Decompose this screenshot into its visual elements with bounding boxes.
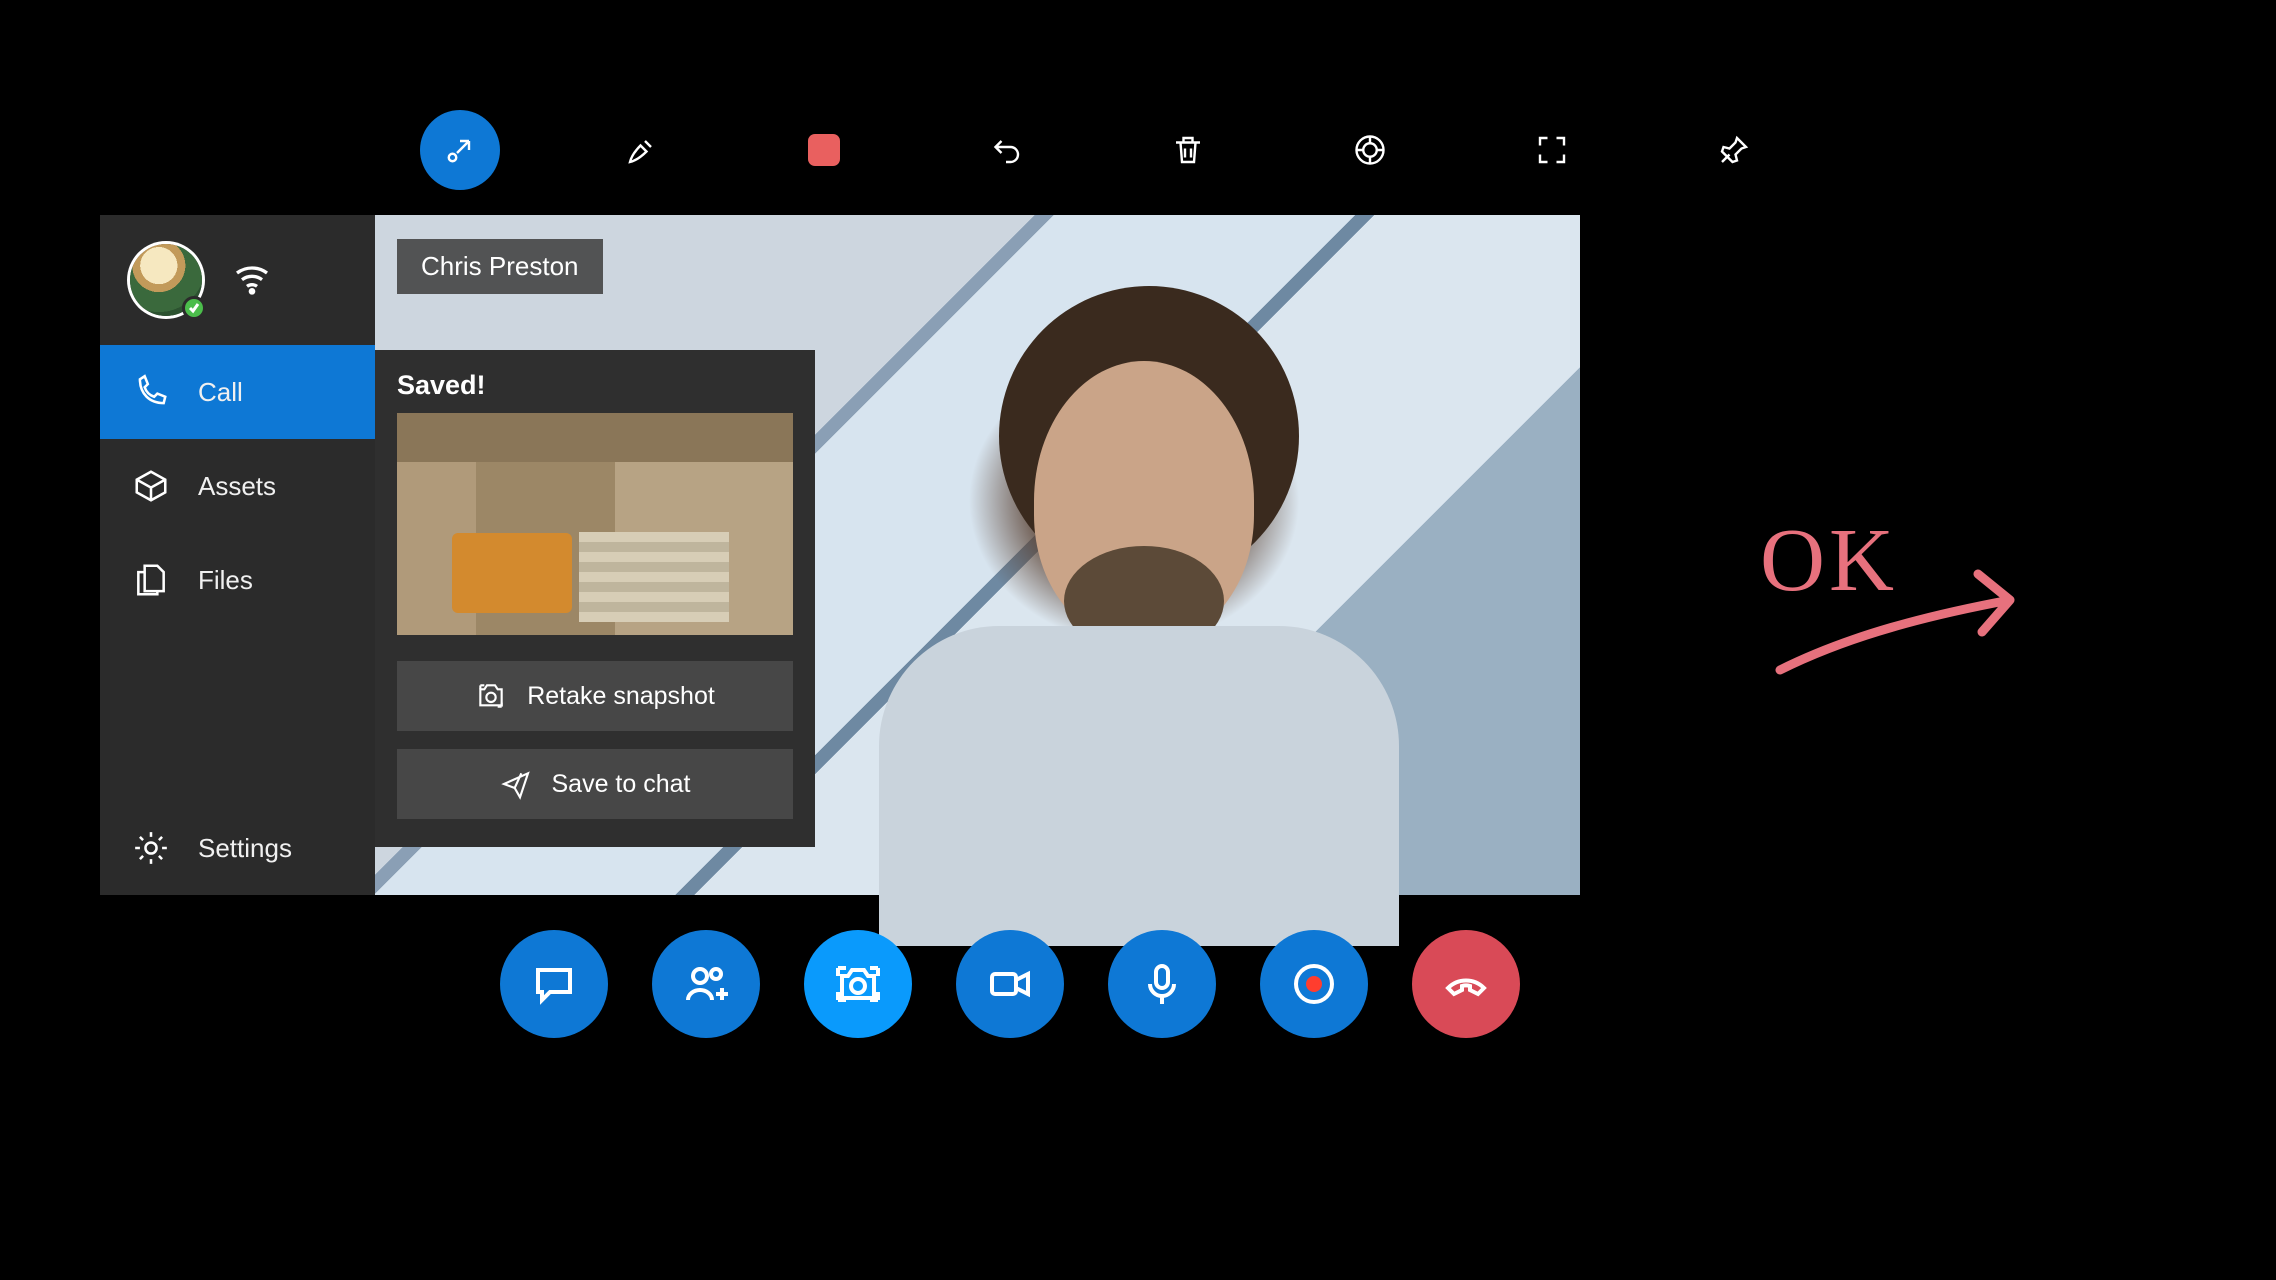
pen-button[interactable] [602, 110, 682, 190]
add-people-button[interactable] [652, 930, 760, 1038]
delete-button[interactable] [1148, 110, 1228, 190]
add-people-icon [682, 960, 730, 1008]
camera-retake-icon [475, 680, 507, 712]
snapshot-thumbnail[interactable] [397, 413, 793, 635]
wifi-icon [232, 258, 272, 303]
call-controls [500, 930, 1520, 1038]
video-button[interactable] [956, 930, 1064, 1038]
snapshot-status: Saved! [397, 370, 793, 401]
sidebar-item-label: Settings [198, 833, 292, 864]
whiteboard-toolbar [420, 110, 1774, 190]
caller-name-text: Chris Preston [421, 251, 579, 281]
expand-icon [1534, 132, 1570, 168]
collapse-button[interactable] [420, 110, 500, 190]
hangup-icon [1442, 960, 1490, 1008]
presence-badge [182, 296, 206, 320]
undo-button[interactable] [966, 110, 1046, 190]
retake-snapshot-button[interactable]: Retake snapshot [397, 661, 793, 731]
microphone-icon [1138, 960, 1186, 1008]
files-icon [132, 561, 170, 599]
camera-settings-button[interactable] [1330, 110, 1410, 190]
stop-recording-button[interactable] [784, 110, 864, 190]
trash-icon [1170, 132, 1206, 168]
phone-icon [132, 373, 170, 411]
undo-icon [988, 132, 1024, 168]
save-to-chat-label: Save to chat [552, 770, 691, 799]
call-window: Call Assets Files [100, 215, 1580, 895]
pen-icon [624, 132, 660, 168]
snapshot-popup: Saved! Retake snapshot Save to chat [375, 350, 815, 847]
sidebar-item-assets[interactable]: Assets [100, 439, 375, 533]
sidebar-item-label: Files [198, 565, 253, 596]
ink-text: OK [1760, 511, 1898, 610]
sidebar-item-settings[interactable]: Settings [100, 801, 375, 895]
chat-button[interactable] [500, 930, 608, 1038]
collapse-icon [442, 132, 478, 168]
arrow-icon [1780, 574, 2010, 670]
fullscreen-button[interactable] [1512, 110, 1592, 190]
package-icon [132, 467, 170, 505]
video-icon [986, 960, 1034, 1008]
avatar[interactable] [130, 244, 202, 316]
save-to-chat-button[interactable]: Save to chat [397, 749, 793, 819]
caller-name-badge: Chris Preston [397, 239, 603, 294]
retake-snapshot-label: Retake snapshot [527, 682, 715, 711]
pin-icon [1716, 132, 1752, 168]
sidebar: Call Assets Files [100, 215, 375, 895]
ink-annotation: OK [1760, 520, 2060, 705]
microphone-button[interactable] [1108, 930, 1216, 1038]
chat-icon [530, 960, 578, 1008]
sidebar-item-call[interactable]: Call [100, 345, 375, 439]
pin-button[interactable] [1694, 110, 1774, 190]
sidebar-item-label: Call [198, 377, 243, 408]
snapshot-button[interactable] [804, 930, 912, 1038]
hangup-button[interactable] [1412, 930, 1520, 1038]
record-button[interactable] [1260, 930, 1368, 1038]
stop-icon [808, 134, 840, 166]
record-icon [1290, 960, 1338, 1008]
send-icon [500, 768, 532, 800]
sidebar-nav: Call Assets Files [100, 345, 375, 895]
sidebar-item-label: Assets [198, 471, 276, 502]
sidebar-item-files[interactable]: Files [100, 533, 375, 627]
aperture-icon [1352, 132, 1388, 168]
remote-participant-image [809, 256, 1429, 896]
gear-icon [132, 829, 170, 867]
camera-icon [834, 960, 882, 1008]
sidebar-header [100, 215, 375, 345]
